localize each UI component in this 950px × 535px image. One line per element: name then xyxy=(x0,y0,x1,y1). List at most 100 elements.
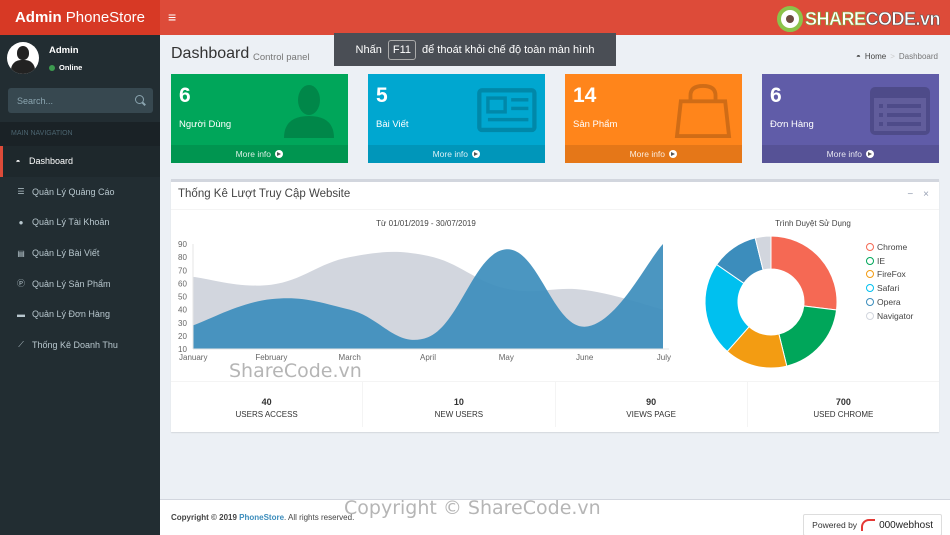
info-box-label: Người Dùng xyxy=(179,119,232,130)
minimize-icon[interactable]: − xyxy=(907,189,913,200)
y-tick-label: 70 xyxy=(178,266,187,275)
y-tick-label: 60 xyxy=(178,279,187,288)
traffic-stats-panel: Thống Kê Lượt Truy Cập Website − × Từ 01… xyxy=(171,179,939,432)
footer: Copyright © 2019 PhoneStore. All rights … xyxy=(160,499,950,535)
stat-views-page: 90 VIEWS PAGE xyxy=(556,382,748,427)
y-tick-label: 90 xyxy=(178,240,187,249)
donut-legend: Chrome IE FireFox Safari Opera Navigator xyxy=(866,240,913,323)
sidebar-item-orders[interactable]: ▬ Quản Lý Đơn Hàng xyxy=(0,299,160,330)
powered-by-badge[interactable]: Powered by 000webhost xyxy=(803,514,942,535)
online-status-dot-icon xyxy=(49,64,55,71)
sidebar-search-input[interactable] xyxy=(8,88,128,113)
newspaper-icon xyxy=(477,88,537,133)
page-subtitle: Control panel xyxy=(253,52,310,63)
sidebar: Admin Online MAIN NAVIGATION ◓Dashboard … xyxy=(0,35,160,535)
nav-header: MAIN NAVIGATION xyxy=(0,122,160,146)
user-name: Admin xyxy=(49,45,79,56)
newspaper-icon: ▤ xyxy=(17,248,25,258)
legend-item-chrome[interactable]: Chrome xyxy=(866,240,913,254)
legend-label: Opera xyxy=(877,297,901,308)
info-box-posts: 5 Bài Viết More info xyxy=(368,74,545,163)
panel-divider xyxy=(171,209,939,210)
info-box-orders: 6 Đơn Hàng More info xyxy=(762,74,939,163)
toast-prefix: Nhấn xyxy=(355,43,382,56)
y-tick-label: 30 xyxy=(178,319,187,328)
watermark-brand-a: SHARE xyxy=(804,8,867,29)
info-box-label: Sản Phẩm xyxy=(573,119,618,130)
donut-chart xyxy=(704,235,838,369)
product-hunt-icon: Ⓟ xyxy=(17,279,25,289)
legend-item-safari[interactable]: Safari xyxy=(866,281,913,295)
x-tick-label: June xyxy=(576,353,594,362)
sidebar-item-dashboard[interactable]: ◓ Dashboard xyxy=(0,146,160,177)
info-box-value: 6 xyxy=(179,84,191,107)
list-alt-icon: ▬ xyxy=(17,309,25,319)
breadcrumb-home-link[interactable]: Home xyxy=(865,52,886,61)
brand-link[interactable]: PhoneStore xyxy=(239,513,284,522)
copyright-text: Copyright © 2019 PhoneStore. All rights … xyxy=(171,513,355,522)
sliders-icon: ☰ xyxy=(17,187,25,197)
page-title: Dashboard xyxy=(171,45,250,62)
watermark-brand-b: CODE.vn xyxy=(865,8,941,29)
legend-item-navigator[interactable]: Navigator xyxy=(866,309,913,323)
arrow-circle-right-icon xyxy=(275,150,284,158)
legend-item-opera[interactable]: Opera xyxy=(866,295,913,309)
sidebar-item-products[interactable]: Ⓟ Quản Lý Sản Phẩm xyxy=(0,268,160,299)
logo-text: PhoneStore xyxy=(61,9,146,26)
donut-chart-title: Trình Duyệt Sử Dụng xyxy=(775,219,851,228)
sidebar-item-revenue[interactable]: ⟋ Thống Kê Doanh Thu xyxy=(0,330,160,361)
sidebar-toggle-hamburger-icon[interactable]: ≡ xyxy=(168,9,176,25)
webhost-logo-icon xyxy=(861,519,876,531)
y-tick-label: 80 xyxy=(178,253,187,262)
sidebar-search xyxy=(8,88,153,113)
more-info-link[interactable]: More info xyxy=(171,145,348,163)
info-box-value: 6 xyxy=(770,84,782,107)
legend-label: Chrome xyxy=(877,241,908,252)
area-chart: 102030405060708090January February March Ap… xyxy=(178,240,671,362)
x-tick-label: March xyxy=(339,353,361,362)
toast-suffix: để thoát khỏi chế độ toàn màn hình xyxy=(421,43,595,56)
legend-label: Navigator xyxy=(877,310,914,321)
sharecode-logo-icon xyxy=(776,6,803,32)
legend-label: Safari xyxy=(877,283,900,294)
legend-circle-icon xyxy=(866,284,874,293)
breadcrumb: ◓ Home > Dashboard xyxy=(856,52,938,61)
top-navbar: Admin PhoneStore ≡ SHARECODE.vn xyxy=(0,0,950,35)
users-icon: ● xyxy=(18,217,24,227)
arrow-circle-right-icon xyxy=(472,150,481,158)
legend-circle-icon xyxy=(866,311,874,320)
panel-title: Thống Kê Lượt Truy Cập Website xyxy=(178,188,351,200)
stat-new-users: 10 NEW USERS xyxy=(363,382,556,427)
sidebar-menu: ◓ Dashboard ☰ Quản Lý Quảng Cáo ● Quản Lý T… xyxy=(0,146,160,360)
user-status: Online xyxy=(49,63,82,72)
y-tick-label: 40 xyxy=(178,306,187,315)
more-info-link[interactable]: More info xyxy=(762,145,939,163)
logo-bold-text: Admin xyxy=(14,9,62,26)
fullscreen-exit-toast: Nhấn F11 để thoát khỏi chế độ toàn màn h… xyxy=(334,33,616,66)
info-box-label: Bài Viết xyxy=(376,119,409,130)
avatar xyxy=(7,42,39,74)
shopping-bag-icon xyxy=(674,84,732,138)
more-info-link[interactable]: More info xyxy=(368,145,545,163)
app-logo[interactable]: Admin PhoneStore xyxy=(0,0,160,35)
info-box-value: 5 xyxy=(376,84,388,107)
arrow-circle-right-icon xyxy=(669,150,678,158)
sidebar-item-accounts[interactable]: ● Quản Lý Tài Khoản xyxy=(0,207,160,238)
y-tick-label: 20 xyxy=(178,332,187,341)
user-icon xyxy=(284,85,334,138)
x-tick-label: January xyxy=(179,353,207,362)
close-icon[interactable]: × xyxy=(923,189,929,200)
info-box-products: 14 Sản Phẩm More info xyxy=(565,74,742,163)
stat-users-access: 40 USERS ACCESS xyxy=(171,382,364,427)
sidebar-item-posts[interactable]: ▤ Quản Lý Bài Viết xyxy=(0,238,160,269)
donut-slice-ie xyxy=(778,305,838,367)
stat-used-chrome: 700 USED CHROME xyxy=(813,397,874,419)
more-info-link[interactable]: More info xyxy=(565,145,742,163)
search-icon[interactable] xyxy=(135,95,144,104)
legend-item-firefox[interactable]: FireFox xyxy=(866,268,913,282)
sidebar-item-ads[interactable]: ☰ Quản Lý Quảng Cáo xyxy=(0,177,160,208)
legend-item-ie[interactable]: IE xyxy=(866,254,913,268)
area-chart-title: Từ 01/01/2019 - 30/07/2019 xyxy=(376,219,476,228)
x-tick-label: May xyxy=(499,353,514,362)
legend-label: IE xyxy=(877,255,886,266)
